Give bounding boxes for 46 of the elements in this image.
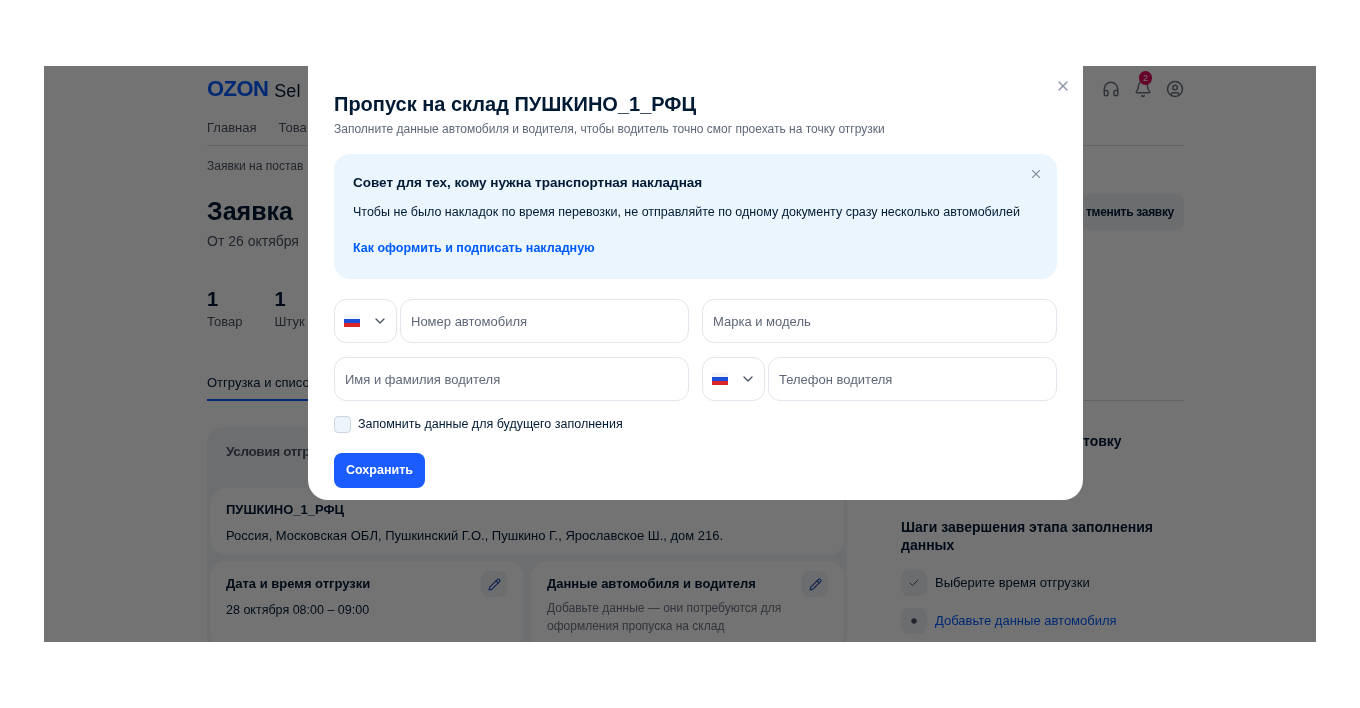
checkbox[interactable] xyxy=(334,415,351,433)
nav-link[interactable]: Това xyxy=(278,117,307,138)
edit-button[interactable] xyxy=(481,571,507,597)
tip-text: Чтобы не было накладок по время перевозки, не отправляйте по одному документу сразу несколько автомобилей xyxy=(353,204,1021,222)
input-field[interactable]: Телефон водителя xyxy=(768,357,1057,401)
stat-label: Штук xyxy=(274,312,305,331)
nav-link[interactable]: Главная xyxy=(207,117,257,138)
pencil-icon xyxy=(808,577,822,591)
card-title: Данные автомобиля и водителя xyxy=(547,575,756,594)
page-title: Заявка xyxy=(207,196,293,227)
modal-subtitle: Заполните данные автомобиля и водителя, чтобы водитель точно смог проехать на точку отгрузки xyxy=(334,121,886,138)
country-select[interactable] xyxy=(702,357,765,401)
card-title: Дата и время отгрузки xyxy=(226,575,371,594)
warehouse-address: Россия, Московская ОБЛ, Пушкинский Г.О., Пушкино Г., Ярославское Ш., дом 216. xyxy=(226,526,725,545)
country-select[interactable] xyxy=(334,299,397,343)
save-button[interactable]: Сохранить xyxy=(334,452,425,488)
card-text: Добавьте данные — они потребуются для оформления пропуска на склад xyxy=(547,600,783,635)
step-label: Выберите время отгрузки xyxy=(935,574,1090,593)
logo-text: Sel xyxy=(274,82,301,100)
step-link[interactable]: Добавьте данные автомобиля xyxy=(935,611,1117,631)
tip-title: Совет для тех, кому нужна транспортная накладная xyxy=(353,174,704,192)
modal-title: Пропуск на склад ПУШКИНО_1_РФЦ xyxy=(334,92,698,116)
checkbox-label: Запомнить данные для будущего заполнения xyxy=(358,416,623,433)
stat-value: 1 xyxy=(274,286,287,312)
input-field[interactable]: Номер автомобиля xyxy=(400,299,689,343)
card-text: 28 октября 08:00 – 09:00 xyxy=(226,602,371,619)
edit-button[interactable] xyxy=(802,571,828,597)
logo[interactable]: OZON xyxy=(207,78,269,100)
support-icon[interactable] xyxy=(1102,80,1120,98)
tip-link[interactable]: Как оформить и подписать накладную xyxy=(353,239,595,258)
user-icon[interactable] xyxy=(1166,80,1184,98)
side-heading: товку xyxy=(1082,432,1123,451)
notification-badge: 2 xyxy=(1139,71,1152,85)
cancel-button[interactable]: тменить заявку xyxy=(1082,193,1184,230)
stat-value: 1 xyxy=(207,286,220,312)
page-date: От 26 октября xyxy=(207,231,299,251)
flag-icon xyxy=(711,373,728,385)
flag-icon xyxy=(343,315,360,327)
close-icon[interactable] xyxy=(1029,167,1043,181)
input-field[interactable]: Марка и модель xyxy=(702,299,1057,343)
input-field[interactable]: Имя и фамилия водителя xyxy=(334,357,689,401)
bell-icon[interactable] xyxy=(1134,80,1152,98)
stat-label: Товар xyxy=(207,312,243,331)
steps-title: Шаги завершения этапа заполнения данных xyxy=(901,518,1154,554)
warehouse-name: ПУШКИНО_1_РФЦ xyxy=(226,501,346,519)
pencil-icon xyxy=(487,577,501,591)
